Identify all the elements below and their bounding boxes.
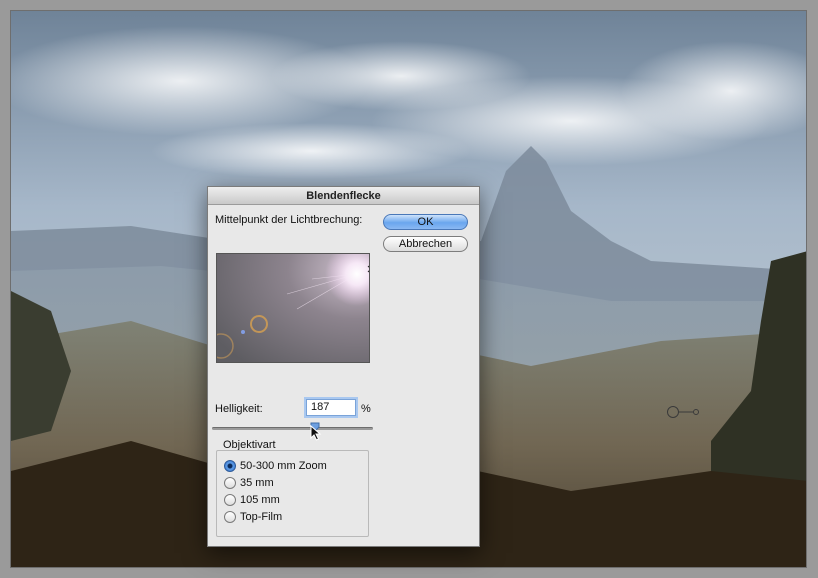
cancel-button[interactable]: Abbrechen — [383, 236, 468, 252]
dialog-title[interactable]: Blendenflecke — [208, 187, 479, 205]
flare-spot — [241, 330, 245, 334]
radio-button[interactable] — [224, 511, 236, 523]
lens-option-label: 50-300 mm Zoom — [240, 460, 327, 472]
workspace: Blendenflecke Mittelpunkt der Lichtbrech… — [0, 0, 818, 578]
ok-button[interactable]: OK — [383, 214, 468, 230]
flare-preview[interactable] — [216, 253, 370, 363]
percent-unit: % — [361, 403, 371, 415]
brightness-slider-track[interactable] — [212, 427, 373, 430]
flare-center-label: Mittelpunkt der Lichtbrechung: — [215, 214, 363, 226]
brightness-input[interactable]: 187 — [306, 399, 356, 416]
radio-button[interactable] — [224, 494, 236, 506]
arrow-cursor-icon — [310, 425, 322, 441]
brightness-label: Helligkeit: — [215, 403, 263, 415]
lens-option-label: 35 mm — [240, 477, 274, 489]
lens-option-label: Top-Film — [240, 511, 283, 523]
radio-button[interactable] — [224, 477, 236, 489]
radio-button[interactable] — [224, 460, 236, 472]
lens-option-label: 105 mm — [240, 494, 280, 506]
lens-type-group: 50-300 mm Zoom 35 mm 105 mm Top-Film — [216, 450, 369, 537]
crosshair-icon[interactable] — [665, 404, 705, 420]
lens-flare-dialog: Blendenflecke Mittelpunkt der Lichtbrech… — [207, 186, 480, 547]
